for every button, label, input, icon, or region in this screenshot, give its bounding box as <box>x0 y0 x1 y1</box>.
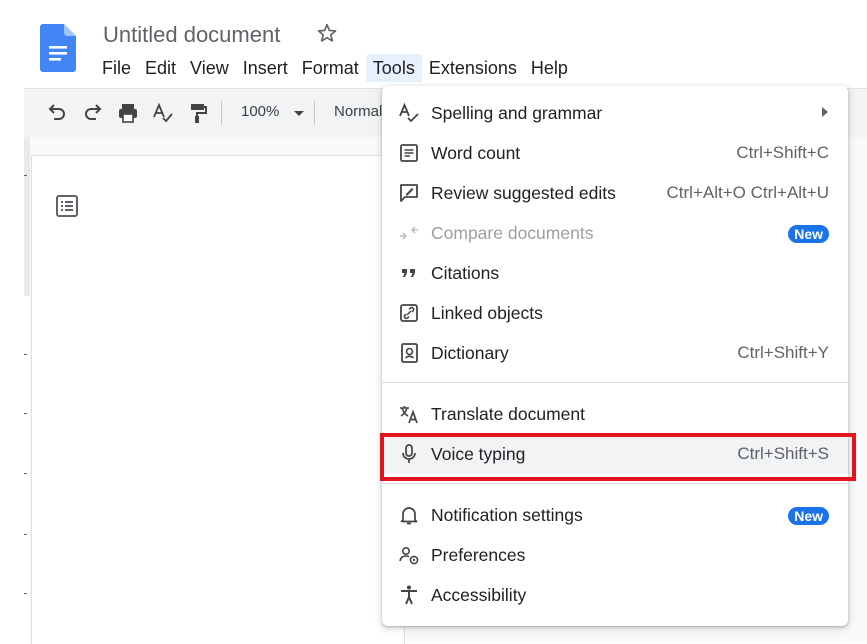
new-badge: New <box>788 225 829 243</box>
menu-item-compare-documents[interactable]: Compare documents New <box>382 213 848 253</box>
redo-icon[interactable] <box>81 101 105 125</box>
menu-divider <box>382 483 848 484</box>
menu-item-translate-document[interactable]: Translate document <box>382 394 848 434</box>
menu-item-accessibility[interactable]: Accessibility <box>382 575 848 615</box>
menu-file[interactable]: File <box>95 54 138 82</box>
accessibility-icon <box>401 585 417 605</box>
preferences-icon <box>399 546 419 565</box>
menu-item-shortcut: Ctrl+Shift+C <box>736 143 829 162</box>
quote-icon <box>402 269 415 277</box>
menu-help[interactable]: Help <box>524 54 575 82</box>
document-outline-icon[interactable] <box>54 193 80 219</box>
menu-item-word-count[interactable]: Word count Ctrl+Shift+C <box>382 133 848 173</box>
ruler-tick <box>24 473 27 474</box>
menu-insert[interactable]: Insert <box>236 54 295 82</box>
menu-extensions[interactable]: Extensions <box>422 54 524 82</box>
menu-item-linked-objects[interactable]: Linked objects <box>382 293 848 333</box>
menu-divider <box>382 382 848 383</box>
menu-edit[interactable]: Edit <box>138 54 183 82</box>
zoom-select[interactable]: 100% <box>241 102 279 122</box>
star-icon[interactable] <box>316 22 338 44</box>
menu-item-label: Notification settings <box>431 505 583 525</box>
ruler-tick <box>24 413 27 414</box>
menu-item-label: Compare documents <box>431 223 594 243</box>
menu-bar: File Edit View Insert Format Tools Exten… <box>95 53 575 83</box>
menu-item-citations[interactable]: Citations <box>382 253 848 293</box>
menu-item-shortcut: Ctrl+Alt+O Ctrl+Alt+U <box>666 183 830 202</box>
spellcheck-icon <box>399 102 419 123</box>
menu-format[interactable]: Format <box>295 54 366 82</box>
compare-icon <box>400 226 418 240</box>
highlight-annotation-box <box>380 433 856 481</box>
ruler-tick <box>24 175 27 176</box>
translate-icon <box>400 406 418 424</box>
menu-item-label: Linked objects <box>431 303 543 323</box>
menu-item-shortcut: Ctrl+Shift+Y <box>737 343 829 362</box>
menu-item-label: Word count <box>431 143 521 163</box>
menu-item-review-suggested-edits[interactable]: Review suggested edits Ctrl+Alt+O Ctrl+A… <box>382 173 848 213</box>
document-page[interactable] <box>31 155 405 644</box>
ruler-tick <box>24 534 27 535</box>
menu-item-preferences[interactable]: Preferences <box>382 535 848 575</box>
menu-item-label: Citations <box>431 263 500 283</box>
menu-item-notification-settings[interactable]: Notification settings New <box>382 495 848 535</box>
paint-format-icon[interactable] <box>186 101 210 125</box>
new-badge: New <box>788 507 829 525</box>
review-edits-icon <box>400 184 418 202</box>
menu-item-label: Accessibility <box>431 585 527 605</box>
dictionary-icon <box>401 343 418 363</box>
spellcheck-toolbar-icon[interactable] <box>151 101 175 125</box>
menu-item-label: Spelling and grammar <box>431 103 603 123</box>
menu-item-spelling-and-grammar[interactable]: Spelling and grammar <box>382 93 848 133</box>
document-title[interactable]: Untitled document <box>103 20 280 50</box>
menu-view[interactable]: View <box>183 54 236 82</box>
menu-item-label: Translate document <box>431 404 586 424</box>
print-icon[interactable] <box>116 101 140 125</box>
menu-item-label: Review suggested edits <box>431 183 616 203</box>
undo-icon[interactable] <box>45 101 69 125</box>
link-icon <box>400 304 418 322</box>
menu-item-label: Preferences <box>431 545 526 565</box>
toolbar-divider <box>314 101 315 125</box>
menu-item-label: Dictionary <box>431 343 509 363</box>
style-select[interactable]: Normal <box>334 102 382 122</box>
docs-logo-icon[interactable] <box>40 24 76 72</box>
tools-menu: Spelling and grammar Word count Ctrl+Shi… <box>382 86 848 626</box>
submenu-arrow-icon <box>822 107 828 117</box>
menu-tools[interactable]: Tools <box>365 54 422 82</box>
menu-item-dictionary[interactable]: Dictionary Ctrl+Shift+Y <box>382 333 848 373</box>
chevron-down-icon[interactable] <box>287 101 311 125</box>
toolbar-divider <box>221 101 222 125</box>
vertical-ruler-page <box>24 296 30 643</box>
ruler-tick <box>24 354 27 355</box>
ruler-tick <box>24 593 27 594</box>
bell-icon <box>400 507 418 525</box>
word-count-icon <box>400 144 418 162</box>
